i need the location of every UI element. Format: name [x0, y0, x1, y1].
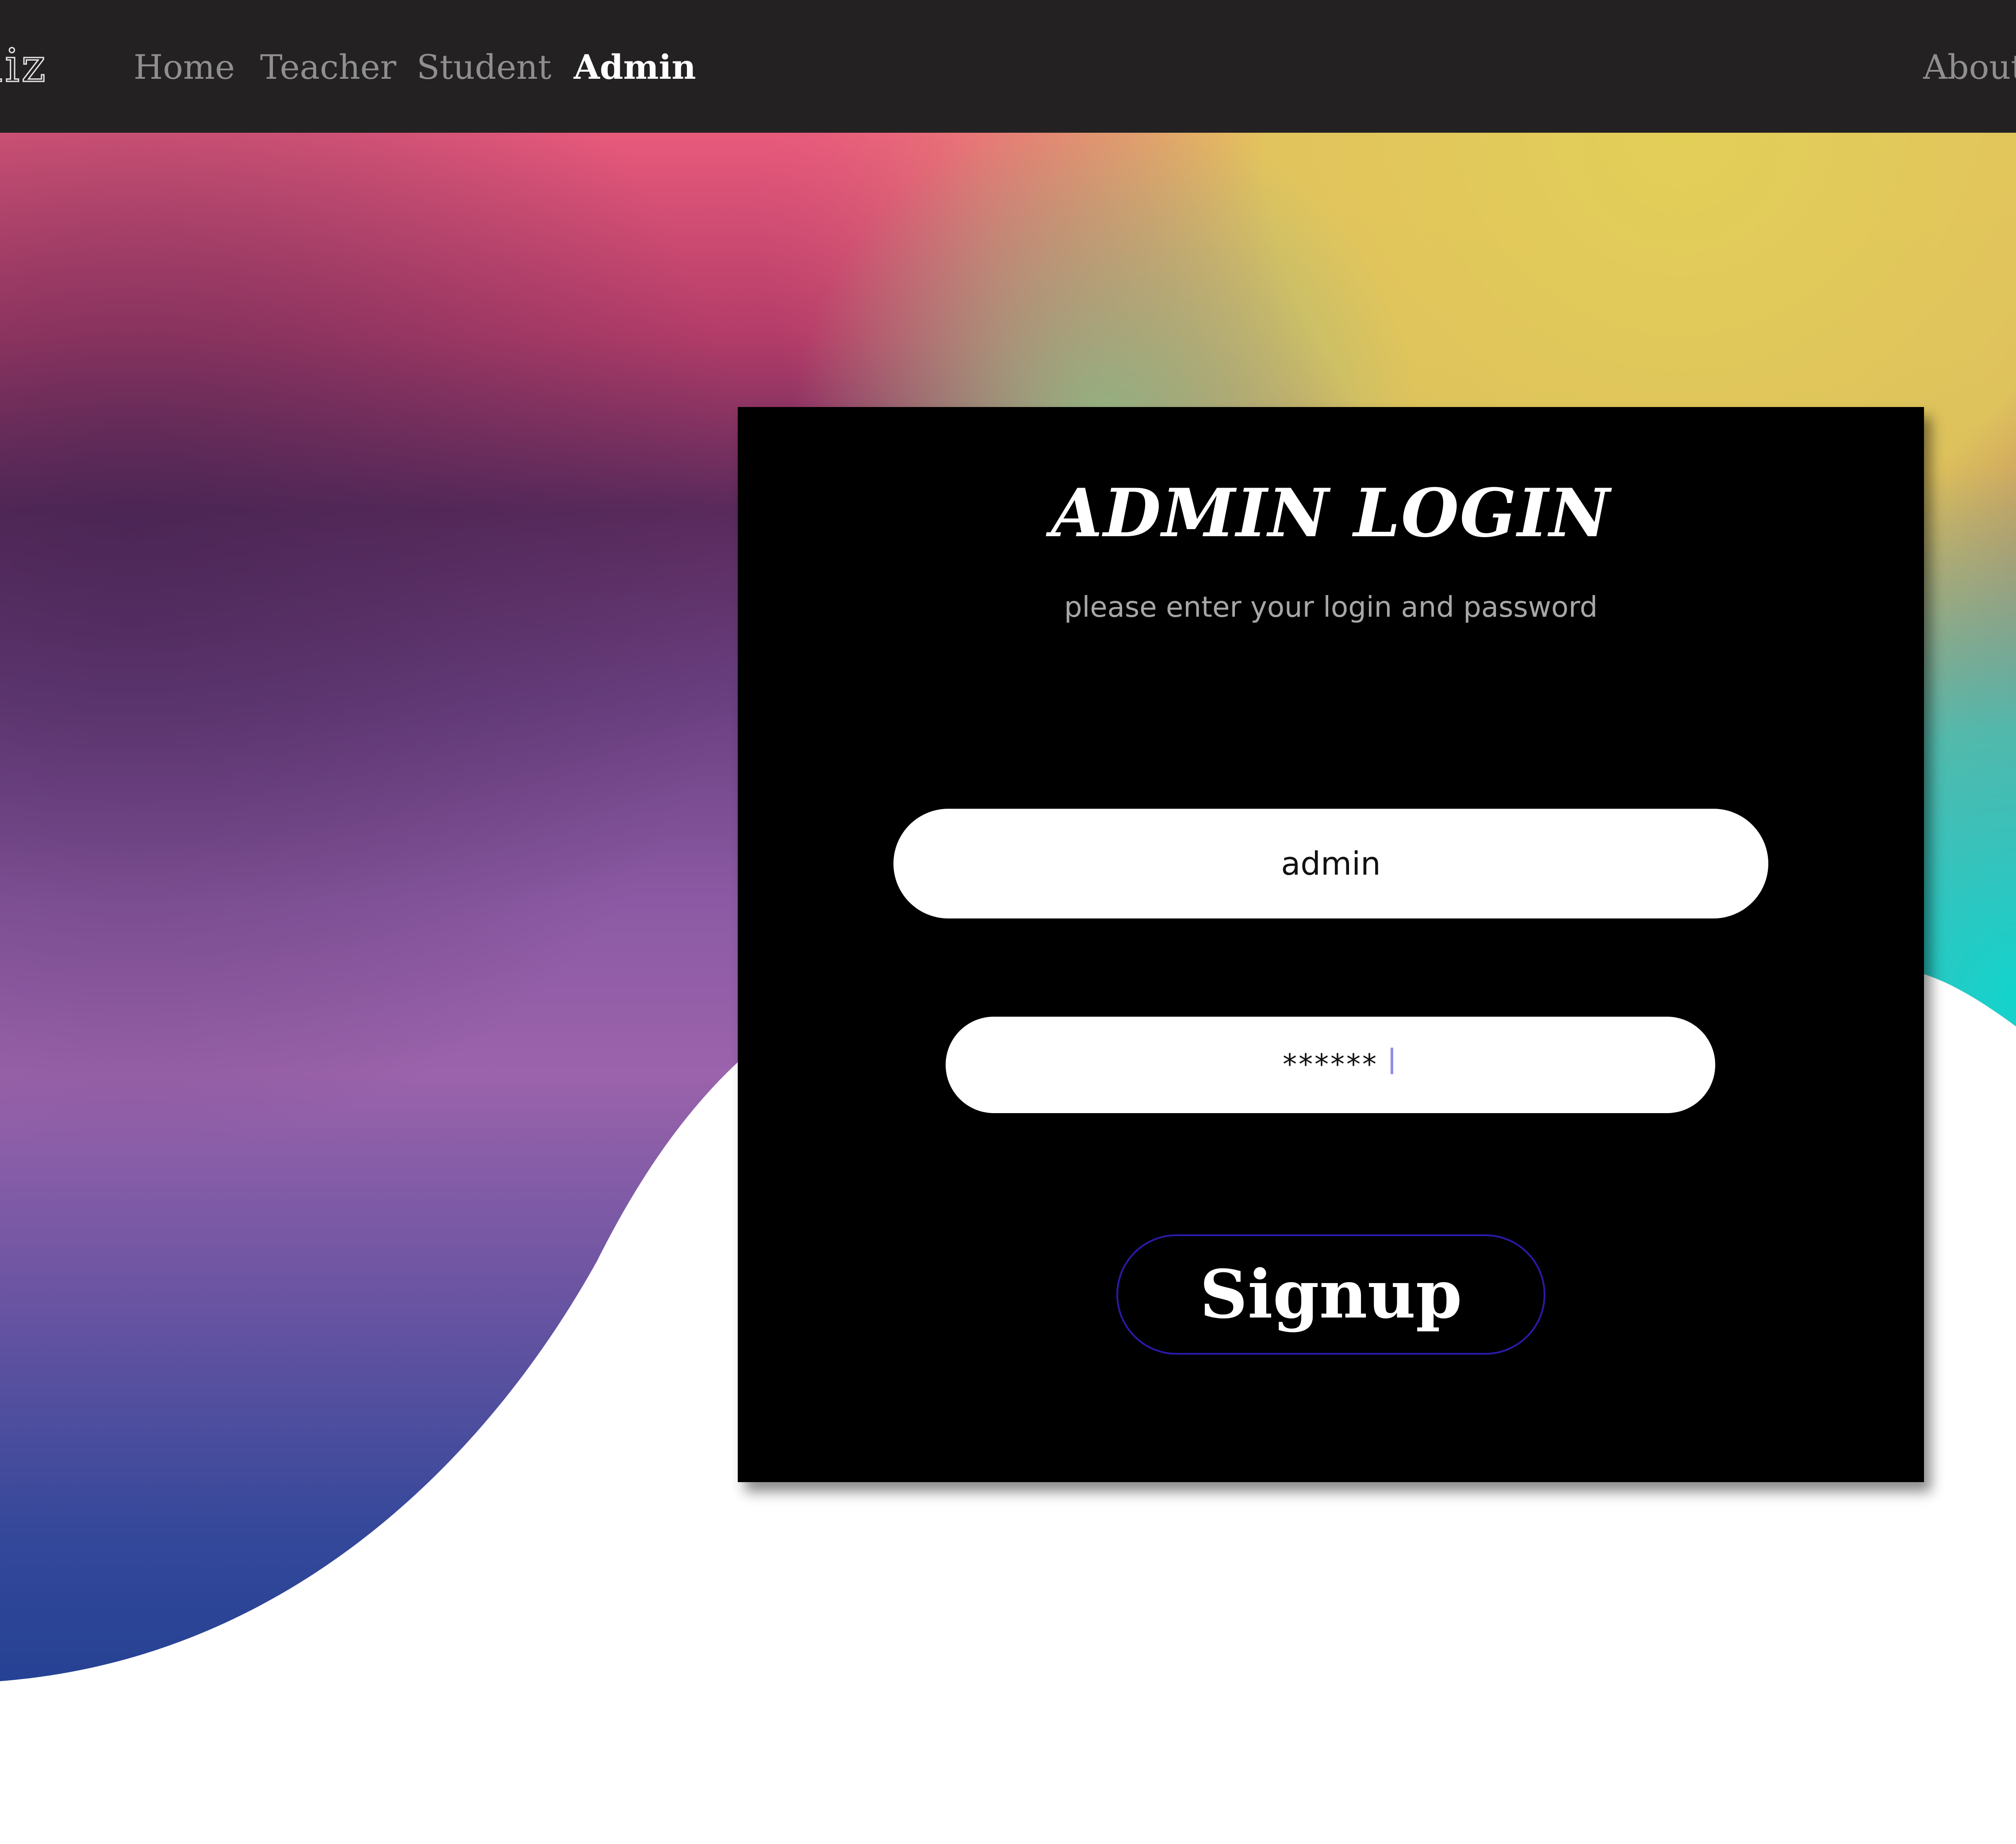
signup-button[interactable]: Signup — [1116, 1234, 1545, 1355]
nav-link-student[interactable]: Student — [417, 46, 552, 88]
nav-link-about[interactable]: About — [1923, 46, 2016, 88]
login-title: ADMIN LOGIN — [1051, 474, 1611, 552]
nav-link-admin[interactable]: Admin — [574, 46, 696, 88]
text-caret — [1391, 1048, 1393, 1074]
nav-link-teacher[interactable]: Teacher — [260, 46, 396, 88]
brand-logo[interactable]: uiz — [0, 38, 47, 93]
navbar: uiz Home Teacher Student Admin About — [0, 0, 2016, 133]
admin-login-card: ADMIN LOGIN please enter your login and … — [738, 407, 1924, 1482]
login-subtitle: please enter your login and password — [1064, 591, 1598, 624]
password-input[interactable] — [946, 1017, 1715, 1113]
nav-link-home[interactable]: Home — [134, 46, 235, 88]
username-input[interactable] — [893, 809, 1768, 918]
